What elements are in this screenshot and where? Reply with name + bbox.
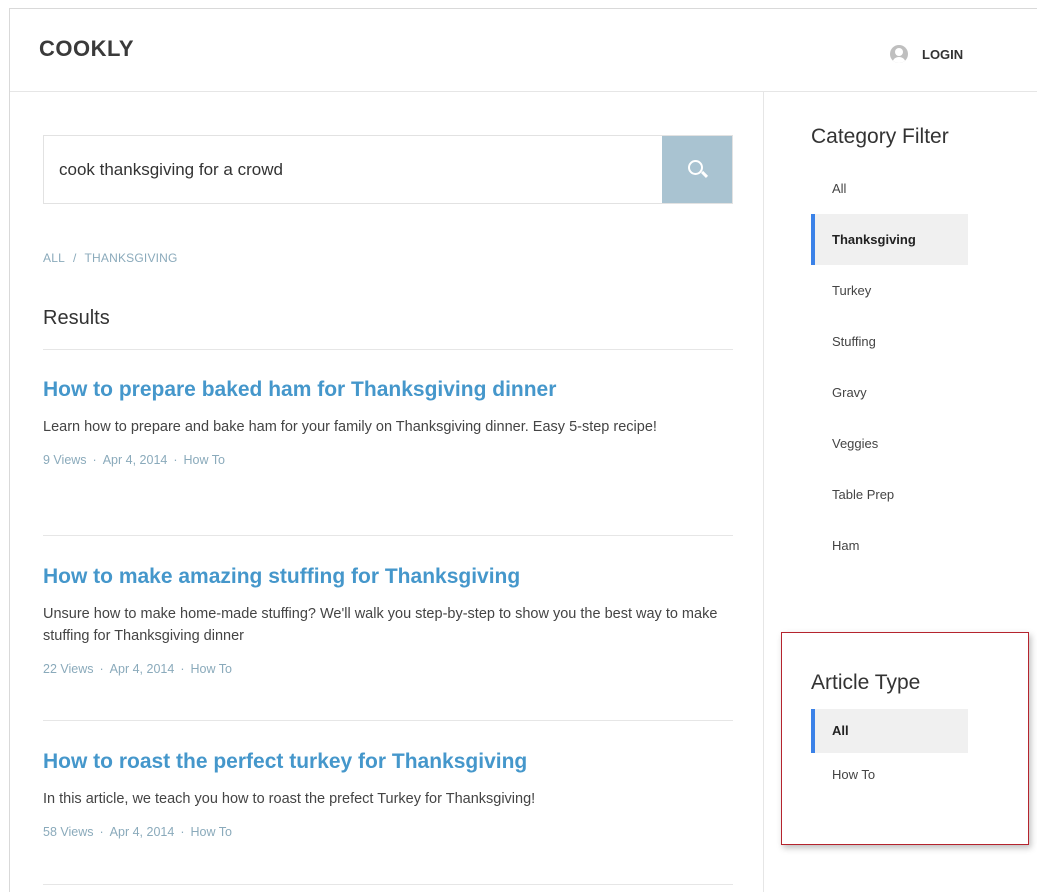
meta-separator: · [173,453,178,467]
logo[interactable]: COOKLY [39,36,134,62]
meta-separator: · [99,825,104,839]
result-description: In this article, we teach you how to roa… [43,791,536,807]
meta-separator: · [180,662,185,676]
result-meta: 9 Views · Apr 4, 2014 · How To [43,453,733,467]
filter-item-stuffing[interactable]: Stuffing [811,316,968,367]
result-type: How To [183,453,225,467]
user-circle-icon [890,45,908,63]
result-date: Apr 4, 2014 [109,662,175,676]
filter-item-turkey[interactable]: Turkey [811,265,968,316]
filter-item-veggies[interactable]: Veggies [811,418,968,469]
filter-item-table-prep[interactable]: Table Prep [811,469,968,520]
breadcrumb-separator: / [72,251,77,265]
meta-separator: · [92,453,97,467]
result-item: How to roast the perfect turkey for Than… [43,748,733,839]
breadcrumb-item-all[interactable]: ALL [43,251,65,265]
search-icon [688,160,703,175]
result-title-link[interactable]: How to roast the perfect turkey for Than… [43,748,733,776]
result-item: How to prepare baked ham for Thanksgivin… [43,376,733,467]
header: COOKLY LOGIN [10,9,1037,92]
search-box [43,135,733,204]
article-type-list: All How To [811,709,968,797]
result-title-link[interactable]: How to prepare baked ham for Thanksgivin… [43,376,733,404]
divider [43,720,733,721]
result-description: Learn how to prepare and bake ham for yo… [43,419,657,435]
type-item-how-to[interactable]: How To [811,753,968,797]
result-views: 58 Views [43,825,94,839]
result-date: Apr 4, 2014 [102,453,168,467]
article-type-title: Article Type [811,671,921,694]
divider [43,535,733,536]
filter-item-gravy[interactable]: Gravy [811,367,968,418]
result-type: How To [190,825,232,839]
result-title-link[interactable]: How to make amazing stuffing for Thanksg… [43,563,733,591]
result-type: How To [190,662,232,676]
result-description: Unsure how to make home-made stuffing? W… [43,606,718,644]
filter-item-all[interactable]: All [811,163,968,214]
results-heading: Results [43,307,110,329]
category-filter-title: Category Filter [811,125,949,148]
result-meta: 22 Views · Apr 4, 2014 · How To [43,662,733,676]
category-filter-list: All Thanksgiving Turkey Stuffing Gravy V… [811,163,968,571]
result-views: 9 Views [43,453,87,467]
sidebar-divider [763,91,764,892]
breadcrumb-item-thanksgiving[interactable]: THANKSGIVING [85,251,178,265]
result-views: 22 Views [43,662,94,676]
meta-separator: · [99,662,104,676]
login-button[interactable]: LOGIN [890,45,963,63]
filter-item-ham[interactable]: Ham [811,520,968,571]
search-input[interactable] [44,136,664,203]
result-date: Apr 4, 2014 [109,825,175,839]
filter-item-thanksgiving[interactable]: Thanksgiving [811,214,968,265]
divider [43,349,733,350]
breadcrumb: ALL / THANKSGIVING [43,251,178,265]
search-button[interactable] [662,136,732,203]
login-label: LOGIN [922,46,964,62]
result-meta: 58 Views · Apr 4, 2014 · How To [43,825,733,839]
result-item: How to make amazing stuffing for Thanksg… [43,563,733,676]
type-item-all[interactable]: All [811,709,968,753]
divider [43,884,733,885]
meta-separator: · [180,825,185,839]
